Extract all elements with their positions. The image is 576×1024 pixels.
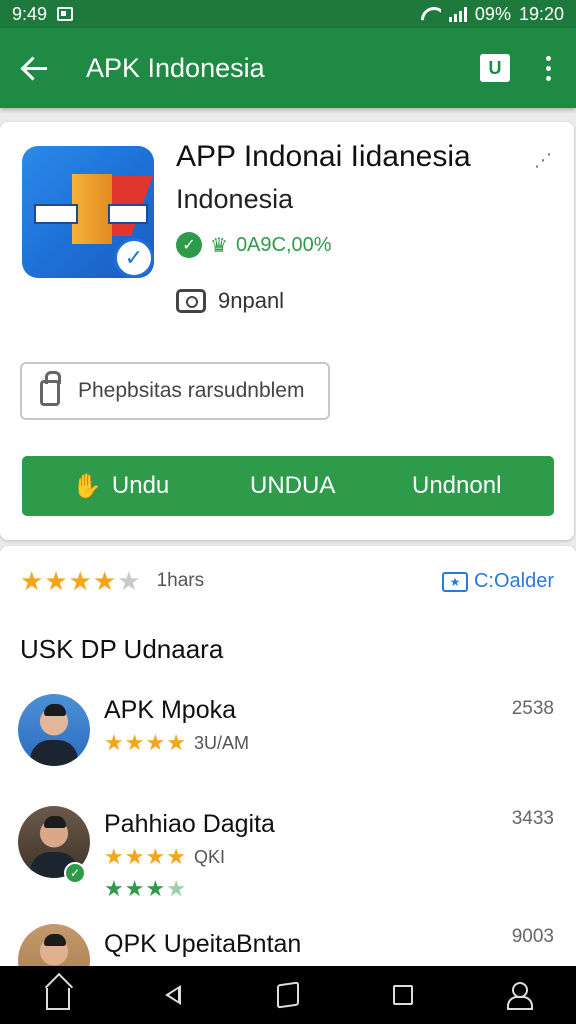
rating-stars: ★ ★ ★ ★ ★: [20, 568, 141, 594]
star-icon: ★: [44, 566, 68, 596]
rating-count: 1hars: [156, 570, 205, 591]
avatar: [18, 924, 90, 966]
nav-home-button[interactable]: [38, 975, 78, 1015]
developer-name[interactable]: Indonesia: [176, 184, 293, 215]
download-label-2: UNDUA: [250, 472, 336, 499]
app-header-card: ✓ APP Indonai Iidanesia ⋰ Indonesia ✓ ♛ …: [0, 122, 574, 540]
share-icon[interactable]: ⋰: [534, 150, 552, 171]
download-label-1: Undu: [111, 472, 170, 499]
back-button[interactable]: [0, 28, 70, 108]
list-item-stars: ★ ★ ★ ★: [104, 846, 186, 868]
back-triangle-icon: [164, 985, 181, 1005]
list-item-green-stars: ★ ★ ★ ★: [104, 878, 186, 900]
list-item-stars: ★ ★ ★ ★: [104, 732, 186, 754]
more-dot-icon: [545, 75, 551, 81]
permission-text: Phepbsitas rarsudnblem: [78, 379, 305, 402]
nav-profile-button[interactable]: [498, 975, 538, 1015]
download-bar: ✋ Undu UNDUA Undnonl: [22, 456, 554, 516]
verified-badge-icon: ✓: [114, 238, 154, 278]
list-item-rating: ★ ★ ★ ★ QKI: [104, 846, 225, 868]
section-title: USK DP Udnaara: [20, 634, 224, 664]
list-item-count: 2538: [511, 698, 554, 719]
star-icon: ★: [104, 844, 124, 869]
more-dot-icon: [545, 65, 551, 71]
hand-icon: ✋: [72, 472, 102, 500]
app-icon-building: [72, 174, 112, 244]
wifi-icon: [421, 7, 441, 21]
avatar: [18, 694, 90, 766]
nav-shape-button[interactable]: [268, 975, 308, 1015]
star-icon: ★: [145, 844, 166, 869]
crown-icon: ♛: [210, 234, 228, 257]
app-bar: APK Indonesia U: [0, 28, 576, 108]
download-button-1[interactable]: ✋ Undu: [72, 472, 169, 501]
status-time-left: 9:49: [12, 3, 48, 24]
badge-row: ✓ ♛ 0A9C,00%: [176, 232, 332, 258]
list-item-count: 3433: [511, 808, 554, 829]
collect-icon: ★: [441, 571, 468, 592]
status-bar: 9:49 09% 19:20: [0, 0, 576, 28]
download-button-2[interactable]: UNDUA: [250, 472, 335, 500]
list-item-green-rating: ★ ★ ★ ★: [104, 878, 186, 900]
lock-icon: [40, 371, 61, 406]
camera-icon: [176, 289, 206, 313]
app-name: APP Indonai Iidanesia: [176, 140, 471, 173]
app-icon-window-left: [34, 204, 78, 224]
star-icon: ★: [166, 876, 186, 901]
list-item-name: Pahhiao Dagita: [104, 810, 275, 838]
permission-button[interactable]: Phepbsitas rarsudnblem: [20, 362, 330, 420]
avatar-check-icon: ✓: [64, 862, 86, 884]
shield-icon: U: [480, 54, 510, 82]
home-icon: [45, 988, 70, 1010]
collect-label: C:Oalder: [473, 570, 554, 592]
back-arrow-icon: [23, 66, 47, 70]
camera-row: 9npanl: [176, 288, 284, 314]
list-item-count: 9003: [511, 926, 554, 947]
check-icon: ✓: [176, 232, 202, 258]
user-icon: [506, 982, 534, 1010]
app-bar-title: APK Indonesia: [86, 52, 265, 83]
list-item-name: QPK UpeitaBntan: [104, 930, 302, 958]
download-button-3[interactable]: Undnonl: [412, 472, 501, 500]
badge-text: 0A9C,00%: [235, 233, 332, 256]
star-icon: ★: [68, 566, 92, 596]
list-item-rating: ★ ★ ★ ★ 3U/AM: [104, 732, 249, 754]
battery-text: 09%: [474, 3, 511, 24]
nav-back-button[interactable]: [153, 975, 193, 1015]
star-icon: ★: [20, 566, 44, 596]
list-item-name: APK Mpoka: [104, 696, 237, 724]
more-dot-icon: [545, 55, 551, 61]
shield-button[interactable]: U: [470, 28, 520, 108]
star-icon: ★: [92, 566, 117, 596]
star-icon: ★: [166, 730, 186, 755]
rating-row: ★ ★ ★ ★ ★ 1hars: [20, 568, 204, 594]
recents-icon: [393, 985, 414, 1005]
more-options-button[interactable]: [520, 28, 576, 108]
status-time-right: 19:20: [518, 3, 564, 24]
reviews-card: ★ ★ ★ ★ ★ 1hars ★ C:Oalder USK DP Udnaar…: [0, 546, 576, 966]
star-icon: ★: [124, 876, 145, 901]
star-icon: ★: [117, 566, 141, 596]
nav-recents-button[interactable]: [383, 975, 423, 1015]
list-item-sub: 3U/AM: [193, 732, 249, 753]
star-icon: ★: [124, 844, 145, 869]
star-icon: ★: [145, 730, 166, 755]
navigation-bar: [0, 966, 576, 1024]
star-icon: ★: [124, 730, 145, 755]
camera-text: 9npanl: [218, 288, 285, 313]
star-icon: ★: [104, 730, 124, 755]
signal-icon: [448, 6, 467, 22]
notification-icon: [57, 7, 74, 21]
star-icon: ★: [166, 844, 186, 869]
list-item-sub: QKI: [193, 846, 225, 867]
shape-icon: [276, 981, 299, 1009]
app-icon-window-right: [108, 204, 148, 224]
collect-link[interactable]: ★ C:Oalder: [441, 570, 554, 593]
download-label-3: Undnonl: [412, 472, 502, 499]
star-icon: ★: [145, 876, 166, 901]
star-icon: ★: [104, 876, 124, 901]
